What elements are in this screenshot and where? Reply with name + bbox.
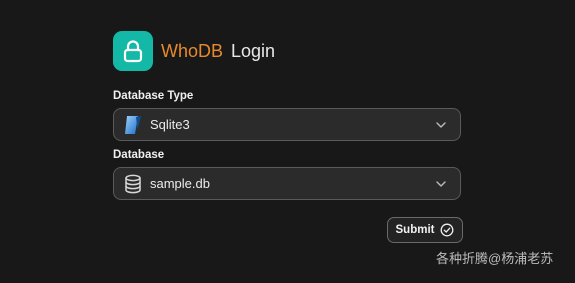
watermark-text: 各种折腾@杨浦老苏 xyxy=(436,251,554,266)
page-title: Login xyxy=(231,40,276,61)
chevron-down-icon xyxy=(436,181,446,187)
check-circle-icon xyxy=(441,223,454,237)
submit-label: Submit xyxy=(395,224,435,236)
chevron-down-icon xyxy=(436,122,446,128)
lock-icon xyxy=(123,40,143,63)
login-header: WhoDB Login xyxy=(113,31,275,71)
logo-tile xyxy=(113,31,153,71)
database-type-value: Sqlite3 xyxy=(150,117,190,132)
database-type-label: Database Type xyxy=(113,90,194,102)
database-type-select[interactable]: Sqlite3 xyxy=(113,108,461,141)
database-select[interactable]: sample.db xyxy=(113,167,461,200)
submit-button[interactable]: Submit xyxy=(387,217,463,243)
database-icon xyxy=(125,174,141,193)
database-label: Database xyxy=(113,149,165,161)
sqlite-icon xyxy=(125,115,141,134)
database-value: sample.db xyxy=(150,176,210,191)
brand-name: WhoDB xyxy=(161,40,224,61)
